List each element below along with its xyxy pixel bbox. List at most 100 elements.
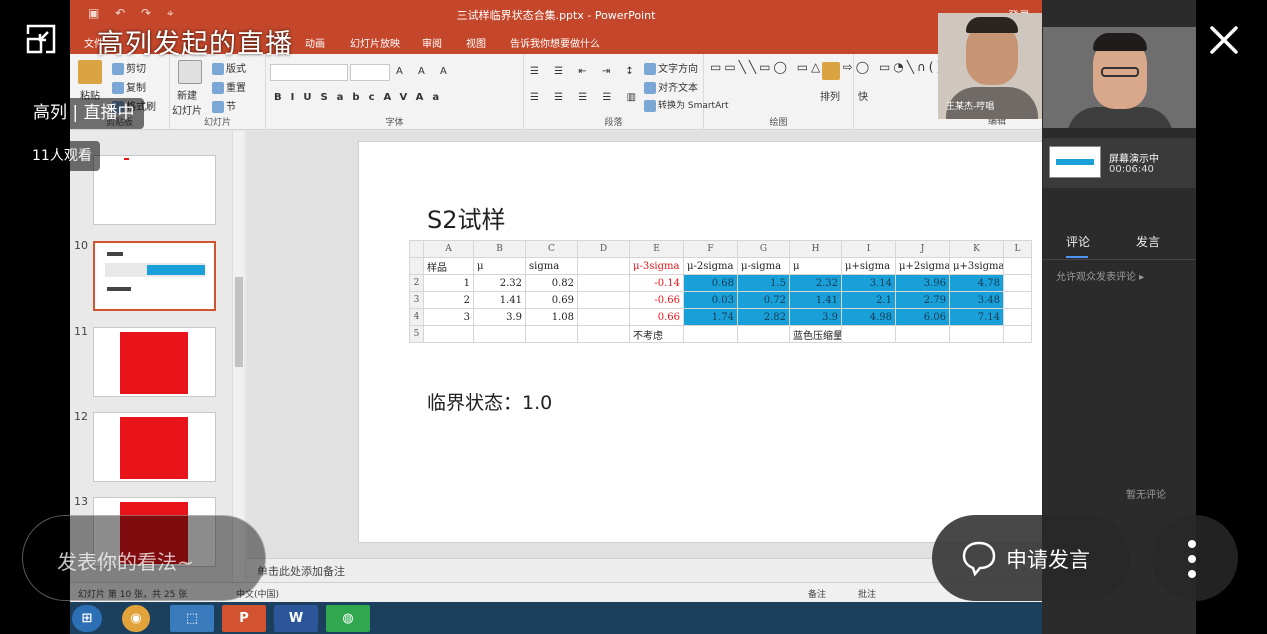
- paste-button[interactable]: [78, 60, 104, 84]
- thumbnails-scrollbar[interactable]: [232, 131, 244, 582]
- apply-speak-button[interactable]: 申请发言: [932, 515, 1130, 601]
- explorer-icon[interactable]: ⬚: [170, 605, 214, 632]
- wechat-taskbar-icon[interactable]: ◍: [326, 605, 370, 632]
- column-header-row: A B C D E F G H I J K L: [409, 240, 1032, 258]
- table-row: 4 3 3.9 1.08 0.66 1.74 2.82 3.9 4.98 6.0…: [409, 308, 1032, 326]
- slide-number-11: 11: [74, 325, 88, 338]
- font-size-combo[interactable]: [350, 64, 390, 81]
- tab-comment[interactable]: 评论: [1066, 233, 1090, 250]
- notes-placeholder: 单击此处添加备注: [257, 565, 345, 578]
- start-button[interactable]: ⊞: [72, 605, 102, 632]
- comment-placeholder: 发表你的看法~: [57, 550, 194, 574]
- powerpoint-taskbar-icon[interactable]: P: [222, 605, 266, 632]
- comment-input[interactable]: 发表你的看法~: [22, 515, 266, 601]
- no-comment-text: 暂无评论: [1126, 490, 1166, 501]
- screen-share-thumbnail: [1049, 146, 1101, 178]
- slide-canvas[interactable]: S2试样 A B C D E F G H I J K L 样品 μ sigma …: [358, 141, 1042, 543]
- reset-icon: [212, 82, 224, 94]
- panel-tabs: 评论 发言: [1042, 226, 1196, 260]
- list-buttons[interactable]: ☰ ☰ ⇤ ⇥ ↕: [530, 66, 640, 77]
- align-text-icon: [644, 82, 656, 94]
- new-slide-button[interactable]: [178, 60, 204, 84]
- spreadsheet-table[interactable]: A B C D E F G H I J K L 样品 μ sigma μ-3si…: [409, 240, 1032, 343]
- table-note-row: 5 不考虑 蓝色压缩量: [409, 325, 1032, 343]
- group-slides: 新建 幻灯片 版式 重置 节 幻灯片: [170, 54, 266, 130]
- arrange-button[interactable]: [822, 62, 842, 80]
- window-title: 三试样临界状态合集.pptx - PowerPoint: [456, 9, 656, 22]
- copy-button[interactable]: 复制: [112, 79, 146, 94]
- screen-share-label: 屏幕演示中: [1109, 154, 1159, 165]
- arrange-label: 排列: [820, 92, 840, 103]
- tab-speak[interactable]: 发言: [1136, 233, 1160, 250]
- host-badge[interactable]: 高列 | 直播中: [24, 98, 144, 129]
- tab-slideshow[interactable]: 幻灯片放映: [350, 35, 400, 50]
- active-tab-underline: [1066, 256, 1088, 258]
- notes-pane[interactable]: 单击此处添加备注: [247, 558, 1042, 582]
- slides-label: 幻灯片: [203, 118, 231, 128]
- smartart-icon: [644, 99, 656, 112]
- table-row: 2 1 2.32 0.82 -0.14 0.68 1.5 2.32 3.14 3…: [409, 274, 1032, 292]
- tell-me-search[interactable]: 告诉我你想要做什么: [510, 35, 600, 50]
- slide-number-10: 10: [74, 239, 88, 252]
- live-stream-screen: ▣ ↶ ↷ ⌖ 三试样临界状态合集.pptx - PowerPoint 登录 文…: [0, 0, 1267, 634]
- group-paragraph: ☰ ☰ ⇤ ⇥ ↕ ☰ ☰ ☰ ☰ ▥ 文字方向 对齐文本 转换为 SmartA…: [524, 54, 728, 130]
- reset-button[interactable]: 重置: [212, 79, 246, 94]
- tab-review[interactable]: 审阅: [422, 35, 442, 50]
- cut-button[interactable]: 剪切: [112, 60, 146, 75]
- clipboard-icon: [78, 60, 102, 84]
- ribbon: 粘贴 剪切 复制 格式刷 剪贴板 新建 幻灯片 版式 重置 节 幻灯片 A A …: [70, 54, 1042, 130]
- text-direction-icon: [644, 63, 656, 75]
- quick-styles-label[interactable]: 快: [858, 88, 868, 103]
- copy-icon: [112, 82, 124, 94]
- font-size-buttons[interactable]: A A A: [396, 66, 453, 77]
- align-text-button[interactable]: 对齐文本: [644, 79, 698, 94]
- slide-editor: S2试样 A B C D E F G H I J K L 样品 μ sigma …: [247, 131, 1042, 558]
- tab-view[interactable]: 视图: [466, 35, 486, 50]
- new-slide-label: 新建 幻灯片: [172, 91, 202, 117]
- font-name-combo[interactable]: [270, 64, 348, 81]
- section-button[interactable]: 节: [212, 98, 236, 113]
- exit-fullscreen-icon[interactable]: [24, 22, 58, 56]
- slide-thumbnail-11[interactable]: [93, 327, 216, 397]
- screen-share-time: 00:06:40: [1109, 164, 1154, 175]
- more-vertical-icon: [1188, 540, 1196, 578]
- text-direction-button[interactable]: 文字方向: [644, 60, 698, 75]
- layout-button[interactable]: 版式: [212, 60, 246, 75]
- group-drawing: ▭▭╲╲▭◯ ▭△⅂⅂⇨◯ ▭◔╲∩(){} 排列 绘图: [704, 54, 962, 130]
- slide-number-13: 13: [74, 495, 88, 508]
- slide-title[interactable]: S2试样: [427, 200, 506, 235]
- viewer-count-badge[interactable]: 11人观看: [24, 141, 100, 171]
- presenter-name: 王某杰-哼唱: [946, 102, 995, 112]
- font-style-buttons[interactable]: BIUSabcAVAa: [274, 92, 448, 103]
- comments-toggle[interactable]: 批注: [858, 587, 876, 600]
- viewer-webcam[interactable]: [1043, 27, 1196, 128]
- scissors-icon: [112, 63, 124, 75]
- arrange-icon: [822, 62, 840, 80]
- close-icon[interactable]: [1206, 22, 1242, 58]
- align-buttons[interactable]: ☰ ☰ ☰ ☰ ▥: [530, 92, 642, 103]
- critical-state-text[interactable]: 临界状态：1.0: [427, 388, 552, 415]
- font-label: 字体: [385, 118, 404, 128]
- chrome-icon[interactable]: ◉: [122, 605, 150, 632]
- drawing-label: 绘图: [769, 118, 788, 128]
- table-header-row: 样品 μ sigma μ-3sigma μ-2sigma μ-sigma μ μ…: [409, 257, 1032, 275]
- tab-animations[interactable]: 动画: [305, 35, 325, 50]
- windows-taskbar: ⊞ ◉ ⬚ P W ◍: [70, 602, 1042, 634]
- slide-number-12: 12: [74, 410, 88, 423]
- allow-comment-setting[interactable]: 允许观众发表评论 ▸: [1056, 268, 1144, 283]
- slide-thumbnail-9[interactable]: [93, 155, 216, 225]
- slide-thumbnail-12[interactable]: [93, 412, 216, 482]
- scrollbar-thumb[interactable]: [235, 277, 243, 367]
- table-row: 3 2 1.41 0.69 -0.66 0.03 0.72 1.41 2.1 2…: [409, 291, 1032, 309]
- live-title: 高列发起的直播: [97, 29, 293, 60]
- slide-thumbnail-10[interactable]: [93, 241, 216, 311]
- paragraph-label: 段落: [604, 118, 623, 128]
- screen-share-item[interactable]: 屏幕演示中 00:06:40: [1043, 138, 1196, 188]
- speech-bubble-icon: [962, 541, 996, 577]
- new-slide-icon: [178, 60, 202, 84]
- section-icon: [212, 101, 224, 113]
- notes-toggle[interactable]: 备注: [808, 587, 826, 600]
- word-taskbar-icon[interactable]: W: [274, 605, 318, 632]
- layout-icon: [212, 63, 224, 75]
- more-options-button[interactable]: [1152, 515, 1238, 601]
